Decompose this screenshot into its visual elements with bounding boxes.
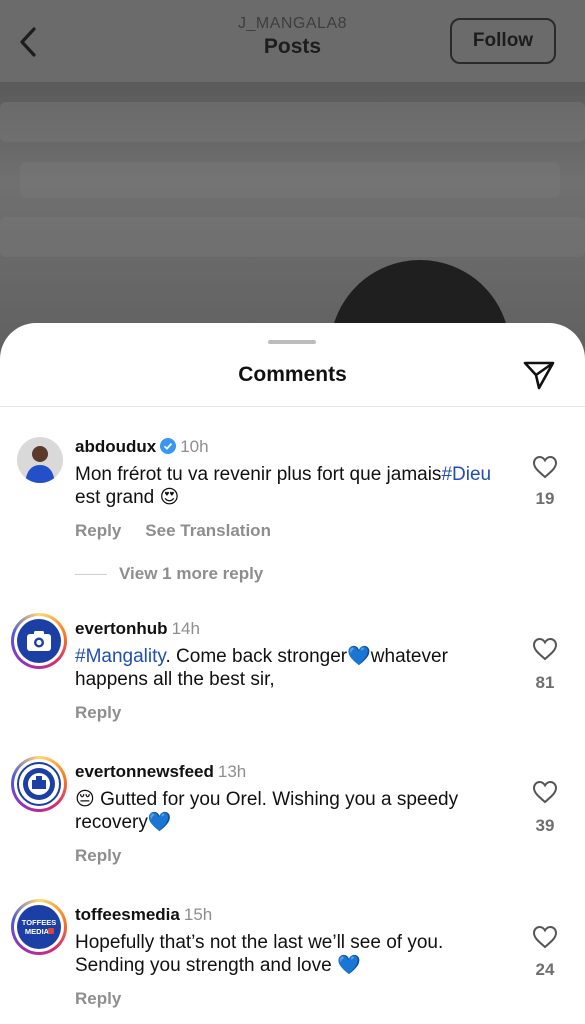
camera-logo-icon (27, 631, 51, 651)
top-bar: J_MANGALA8 Posts Follow (0, 0, 585, 82)
emoji: 💙 (336, 954, 361, 976)
avatar[interactable] (17, 437, 63, 483)
comment-actions: Reply (75, 989, 145, 1009)
emoji: 💙 (347, 645, 371, 667)
toffees-media-logo: TOFFEES MEDIA (22, 918, 56, 936)
comment-username[interactable]: evertonnewsfeed (75, 762, 214, 781)
comment-text: 😔 Gutted for you Orel. Wishing you a spe… (75, 788, 515, 834)
comment-username[interactable]: evertonhub (75, 619, 168, 638)
comment-text: Hopefully that’s not the last we’ll see … (75, 931, 515, 977)
see-translation-button[interactable]: See Translation (145, 521, 271, 540)
comment-username[interactable]: abdoudux (75, 437, 156, 456)
reply-button[interactable]: Reply (75, 846, 121, 865)
post-photo (0, 82, 585, 360)
emoji: 😍 (159, 486, 180, 508)
comment-header: abdoudux 10h (75, 437, 209, 459)
comment-header: evertonhub 14h (75, 619, 200, 639)
comment-text-part: est grand (75, 487, 155, 508)
like-button[interactable] (532, 455, 558, 479)
share-button[interactable] (522, 358, 556, 392)
view-more-replies[interactable]: View 1 more reply (75, 564, 263, 584)
post-background: J_MANGALA8 Posts Follow (0, 0, 585, 360)
comment-item: evertonnewsfeed 13h 😔 Gutted for you Orel… (0, 756, 585, 872)
avatar[interactable] (11, 756, 67, 812)
comment-time: 10h (180, 437, 209, 456)
reply-button[interactable]: Reply (75, 521, 121, 540)
sheet-title: Comments (238, 363, 347, 386)
comment-text-part: Gutted for you Orel. Wishing you a speed… (75, 789, 459, 833)
reply-thread-line (75, 574, 107, 576)
reply-button[interactable]: Reply (75, 703, 121, 722)
view-more-replies-label: View 1 more reply (119, 564, 264, 583)
like-count: 39 (535, 816, 555, 835)
comment-actions: Reply (75, 703, 145, 723)
comment-username[interactable]: toffeesmedia (75, 905, 180, 924)
like-button[interactable] (532, 780, 558, 804)
hashtag-link[interactable]: #Mangality (75, 646, 165, 667)
comment-time: 14h (171, 619, 200, 638)
like-button[interactable] (532, 925, 558, 949)
emoji: 😔 (75, 788, 95, 810)
comment-text: Mon frérot tu va revenir plus fort que j… (75, 463, 515, 509)
verified-badge-icon (160, 438, 177, 459)
comment-header: evertonnewsfeed 13h (75, 762, 246, 782)
reply-button[interactable]: Reply (75, 989, 121, 1008)
comment-actions: Reply (75, 846, 145, 866)
like-count: 24 (535, 960, 555, 979)
emoji: 💙 (147, 811, 172, 833)
like-button[interactable] (532, 637, 558, 661)
paper-plane-icon (523, 361, 555, 390)
like-count: 81 (535, 673, 555, 692)
avatar[interactable] (11, 613, 67, 669)
comment-item: evertonhub 14h #Mangality. Come back stro… (0, 613, 585, 729)
svg-text:TOFFEES: TOFFEES (22, 918, 56, 927)
comment-text-part: Mon frérot tu va revenir plus fort que j… (75, 464, 442, 485)
comment-actions: Reply See Translation (75, 521, 295, 541)
comments-sheet: Comments abdoudux 10h Mon frérot tu va re… (0, 323, 585, 1024)
heart-outline-icon (532, 780, 558, 804)
drag-handle[interactable] (268, 340, 316, 344)
svg-text:MEDIA: MEDIA (25, 927, 50, 936)
comment-text-part: Hopefully that’s not the last we’ll see … (75, 932, 444, 976)
comment-header: toffeesmedia 15h (75, 905, 212, 925)
hashtag-link[interactable]: #Dieu (441, 464, 491, 485)
comment-item: TOFFEES MEDIA toffeesmedia 15h Hopefully … (0, 899, 585, 1015)
avatar-photo (17, 437, 63, 483)
heart-outline-icon (532, 925, 558, 949)
heart-outline-icon (532, 637, 558, 661)
comment-time: 13h (217, 762, 247, 781)
heart-outline-icon (532, 455, 558, 479)
everton-crest-icon (23, 768, 55, 800)
comment-text-part: . Come back stronger (165, 646, 348, 667)
comment-time: 15h (183, 905, 213, 924)
sheet-divider (0, 406, 585, 407)
follow-button[interactable]: Follow (450, 18, 556, 64)
comment-text: #Mangality. Come back stronger💙whatever … (75, 645, 515, 691)
avatar[interactable]: TOFFEES MEDIA (11, 899, 67, 955)
like-count: 19 (535, 489, 555, 508)
